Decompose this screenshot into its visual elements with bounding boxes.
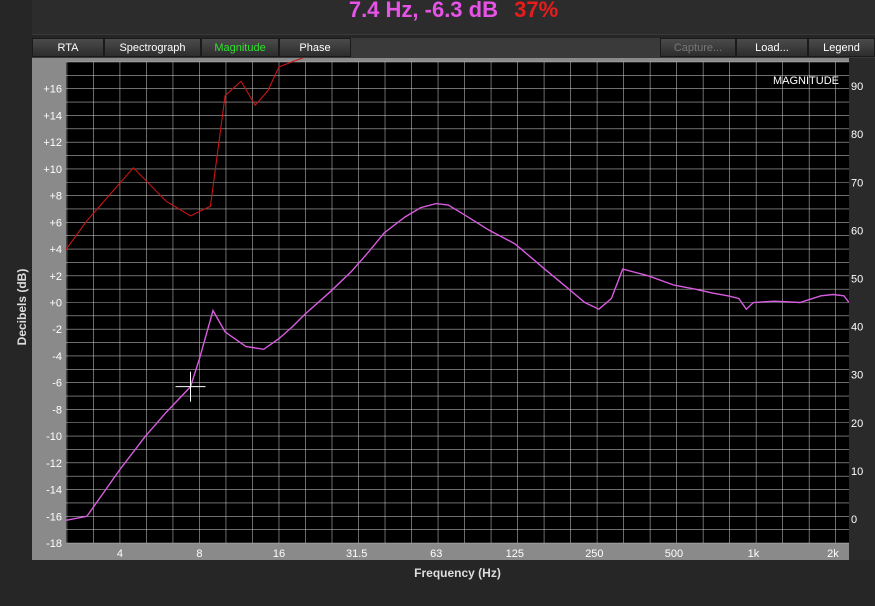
y-tick-label: -12 xyxy=(46,458,62,470)
y-tick-label: +16 xyxy=(43,84,62,96)
view-tab-bar: RTA Spectrograph Magnitude Phase Capture… xyxy=(32,38,875,58)
x-tick-label: 31.5 xyxy=(346,548,367,560)
x-tick-label: 4 xyxy=(117,548,123,560)
magnitude-plot-frame: +16 +14 +12 +10 +8 +6 +4 +2 +0 -2 -4 -6 -8 -10 -12 -14 -… xyxy=(32,58,849,560)
y2-tick-label: 50 xyxy=(851,273,863,285)
plot-title: MAGNITUDE xyxy=(773,75,839,87)
x-tick-label: 16 xyxy=(273,548,285,560)
x-tick-label: 250 xyxy=(585,548,603,560)
y-tick-label: -14 xyxy=(46,485,62,497)
y2-tick-label: 90 xyxy=(851,81,863,93)
y-tick-label: -16 xyxy=(46,511,62,523)
magnitude-chart[interactable]: +16 +14 +12 +10 +8 +6 +4 +2 +0 -2 -4 -6 -8 -10 -12 -14 -… xyxy=(32,58,849,560)
tab-rta[interactable]: RTA xyxy=(32,38,104,57)
y-tick-label: -10 xyxy=(46,431,62,443)
x-tick-label: 1k xyxy=(748,548,760,560)
y2-tick-label: 30 xyxy=(851,370,863,382)
capture-button[interactable]: Capture... xyxy=(660,38,736,57)
y-tick-label: +0 xyxy=(49,298,62,310)
y2-tick-label: 10 xyxy=(851,466,863,478)
y2-tick-label: 60 xyxy=(851,225,863,237)
load-button[interactable]: Load... xyxy=(736,38,808,57)
cursor-frequency-db-readout: 7.4 Hz, -6.3 dB xyxy=(348,0,498,22)
x-tick-label: 2k xyxy=(827,548,839,560)
y-tick-label: -4 xyxy=(52,351,62,363)
y-tick-label: -2 xyxy=(52,324,62,336)
y-tick-label: +4 xyxy=(49,244,62,256)
y-axis-label-text: Decibels (dB) xyxy=(15,268,29,346)
coherence-axis: 90 80 70 60 50 40 30 20 10 0 xyxy=(851,81,863,526)
tab-phase[interactable]: Phase xyxy=(279,38,351,57)
y2-tick-label: 20 xyxy=(851,418,863,430)
x-tick-label: 125 xyxy=(506,548,524,560)
y-tick-label: +8 xyxy=(49,191,62,203)
y2-tick-label: 70 xyxy=(851,177,863,189)
tab-magnitude[interactable]: Magnitude xyxy=(201,38,279,57)
y-tick-label: -8 xyxy=(52,404,62,416)
coherence-percent-readout: 37% xyxy=(514,0,559,22)
y-tick-label: -18 xyxy=(46,538,62,550)
y-tick-label: +12 xyxy=(43,137,62,149)
y2-tick-label: 80 xyxy=(851,129,863,141)
y-tick-label: +14 xyxy=(43,110,62,122)
x-tick-label: 63 xyxy=(430,548,442,560)
cursor-readout: 7.4 Hz, -6.3 dB 37% xyxy=(32,0,875,35)
y-tick-label: +2 xyxy=(49,271,62,283)
coherence-axis-strip: 90 80 70 60 50 40 30 20 10 0 xyxy=(849,58,875,560)
y-tick-label: -6 xyxy=(52,378,62,390)
x-axis-label: Frequency (Hz) xyxy=(414,566,501,580)
y2-tick-label: 40 xyxy=(851,322,863,334)
y-tick-label: +10 xyxy=(43,164,62,176)
x-tick-label: 8 xyxy=(196,548,202,560)
y-axis-label: Decibels (dB) xyxy=(12,0,29,606)
x-tick-label: 500 xyxy=(665,548,683,560)
tab-spectrograph[interactable]: Spectrograph xyxy=(104,38,201,57)
legend-button[interactable]: Legend xyxy=(808,38,875,57)
y2-tick-label: 0 xyxy=(851,514,857,526)
y-tick-label: +6 xyxy=(49,217,62,229)
